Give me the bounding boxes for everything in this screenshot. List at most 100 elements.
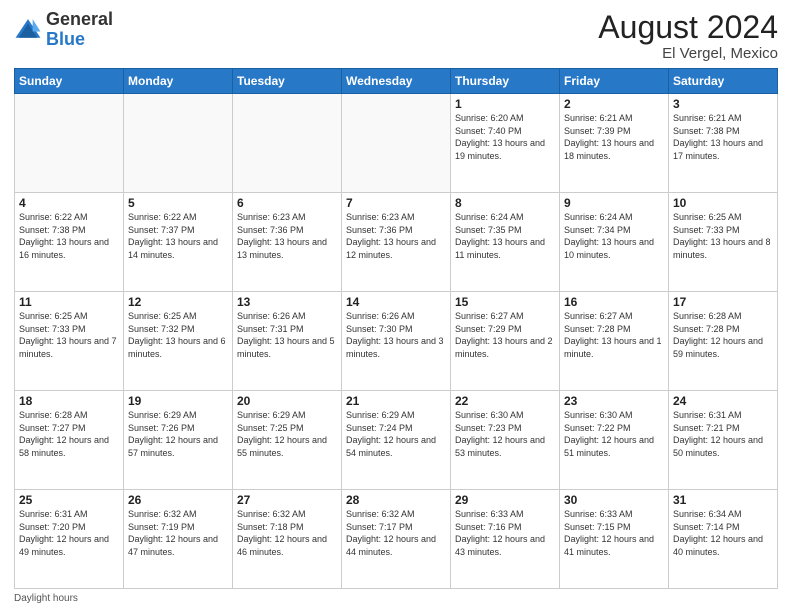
day-number: 8: [455, 196, 555, 210]
calendar-week-row: 4Sunrise: 6:22 AM Sunset: 7:38 PM Daylig…: [15, 193, 778, 292]
logo-text: General Blue: [46, 10, 113, 50]
day-number: 24: [673, 394, 773, 408]
day-number: 10: [673, 196, 773, 210]
day-info: Sunrise: 6:34 AM Sunset: 7:14 PM Dayligh…: [673, 508, 773, 558]
calendar-cell: 5Sunrise: 6:22 AM Sunset: 7:37 PM Daylig…: [124, 193, 233, 292]
day-number: 5: [128, 196, 228, 210]
day-info: Sunrise: 6:20 AM Sunset: 7:40 PM Dayligh…: [455, 112, 555, 162]
day-number: 29: [455, 493, 555, 507]
day-number: 15: [455, 295, 555, 309]
day-info: Sunrise: 6:32 AM Sunset: 7:18 PM Dayligh…: [237, 508, 337, 558]
calendar-cell: [233, 94, 342, 193]
day-of-week-header: Sunday: [15, 69, 124, 94]
day-number: 21: [346, 394, 446, 408]
calendar-cell: 31Sunrise: 6:34 AM Sunset: 7:14 PM Dayli…: [669, 490, 778, 589]
calendar-cell: 15Sunrise: 6:27 AM Sunset: 7:29 PM Dayli…: [451, 292, 560, 391]
day-number: 16: [564, 295, 664, 309]
logo-general: General: [46, 9, 113, 29]
day-number: 25: [19, 493, 119, 507]
calendar-cell: 21Sunrise: 6:29 AM Sunset: 7:24 PM Dayli…: [342, 391, 451, 490]
calendar-cell: 11Sunrise: 6:25 AM Sunset: 7:33 PM Dayli…: [15, 292, 124, 391]
day-info: Sunrise: 6:29 AM Sunset: 7:24 PM Dayligh…: [346, 409, 446, 459]
header: General Blue August 2024 El Vergel, Mexi…: [14, 10, 778, 62]
calendar-cell: 9Sunrise: 6:24 AM Sunset: 7:34 PM Daylig…: [560, 193, 669, 292]
calendar-cell: 13Sunrise: 6:26 AM Sunset: 7:31 PM Dayli…: [233, 292, 342, 391]
days-of-week-row: SundayMondayTuesdayWednesdayThursdayFrid…: [15, 69, 778, 94]
calendar-cell: 20Sunrise: 6:29 AM Sunset: 7:25 PM Dayli…: [233, 391, 342, 490]
day-number: 26: [128, 493, 228, 507]
day-number: 27: [237, 493, 337, 507]
calendar-cell: 26Sunrise: 6:32 AM Sunset: 7:19 PM Dayli…: [124, 490, 233, 589]
calendar-cell: 23Sunrise: 6:30 AM Sunset: 7:22 PM Dayli…: [560, 391, 669, 490]
day-number: 23: [564, 394, 664, 408]
calendar-cell: 29Sunrise: 6:33 AM Sunset: 7:16 PM Dayli…: [451, 490, 560, 589]
calendar-cell: 1Sunrise: 6:20 AM Sunset: 7:40 PM Daylig…: [451, 94, 560, 193]
day-info: Sunrise: 6:21 AM Sunset: 7:38 PM Dayligh…: [673, 112, 773, 162]
day-of-week-header: Tuesday: [233, 69, 342, 94]
day-info: Sunrise: 6:30 AM Sunset: 7:23 PM Dayligh…: [455, 409, 555, 459]
calendar-cell: 24Sunrise: 6:31 AM Sunset: 7:21 PM Dayli…: [669, 391, 778, 490]
day-number: 22: [455, 394, 555, 408]
logo-icon: [14, 16, 42, 44]
location: El Vergel, Mexico: [598, 45, 778, 62]
calendar-cell: 10Sunrise: 6:25 AM Sunset: 7:33 PM Dayli…: [669, 193, 778, 292]
day-number: 13: [237, 295, 337, 309]
day-info: Sunrise: 6:26 AM Sunset: 7:30 PM Dayligh…: [346, 310, 446, 360]
calendar-cell: 8Sunrise: 6:24 AM Sunset: 7:35 PM Daylig…: [451, 193, 560, 292]
day-info: Sunrise: 6:31 AM Sunset: 7:21 PM Dayligh…: [673, 409, 773, 459]
calendar-cell: 16Sunrise: 6:27 AM Sunset: 7:28 PM Dayli…: [560, 292, 669, 391]
calendar-cell: 6Sunrise: 6:23 AM Sunset: 7:36 PM Daylig…: [233, 193, 342, 292]
day-info: Sunrise: 6:27 AM Sunset: 7:28 PM Dayligh…: [564, 310, 664, 360]
calendar-body: 1Sunrise: 6:20 AM Sunset: 7:40 PM Daylig…: [15, 94, 778, 589]
day-info: Sunrise: 6:29 AM Sunset: 7:25 PM Dayligh…: [237, 409, 337, 459]
calendar-cell: [124, 94, 233, 193]
month-year: August 2024: [598, 10, 778, 45]
calendar-cell: [15, 94, 124, 193]
logo: General Blue: [14, 10, 113, 50]
day-number: 7: [346, 196, 446, 210]
day-number: 6: [237, 196, 337, 210]
calendar-cell: 28Sunrise: 6:32 AM Sunset: 7:17 PM Dayli…: [342, 490, 451, 589]
footer-note: Daylight hours: [14, 593, 778, 604]
day-info: Sunrise: 6:27 AM Sunset: 7:29 PM Dayligh…: [455, 310, 555, 360]
day-info: Sunrise: 6:23 AM Sunset: 7:36 PM Dayligh…: [346, 211, 446, 261]
day-number: 12: [128, 295, 228, 309]
day-of-week-header: Monday: [124, 69, 233, 94]
day-info: Sunrise: 6:33 AM Sunset: 7:15 PM Dayligh…: [564, 508, 664, 558]
calendar-cell: 18Sunrise: 6:28 AM Sunset: 7:27 PM Dayli…: [15, 391, 124, 490]
day-info: Sunrise: 6:25 AM Sunset: 7:33 PM Dayligh…: [19, 310, 119, 360]
day-number: 4: [19, 196, 119, 210]
day-info: Sunrise: 6:25 AM Sunset: 7:32 PM Dayligh…: [128, 310, 228, 360]
calendar-cell: 3Sunrise: 6:21 AM Sunset: 7:38 PM Daylig…: [669, 94, 778, 193]
calendar-cell: [342, 94, 451, 193]
day-number: 20: [237, 394, 337, 408]
day-info: Sunrise: 6:31 AM Sunset: 7:20 PM Dayligh…: [19, 508, 119, 558]
calendar-cell: 14Sunrise: 6:26 AM Sunset: 7:30 PM Dayli…: [342, 292, 451, 391]
day-info: Sunrise: 6:24 AM Sunset: 7:34 PM Dayligh…: [564, 211, 664, 261]
calendar-cell: 17Sunrise: 6:28 AM Sunset: 7:28 PM Dayli…: [669, 292, 778, 391]
day-info: Sunrise: 6:32 AM Sunset: 7:19 PM Dayligh…: [128, 508, 228, 558]
day-of-week-header: Friday: [560, 69, 669, 94]
day-number: 3: [673, 97, 773, 111]
calendar-week-row: 1Sunrise: 6:20 AM Sunset: 7:40 PM Daylig…: [15, 94, 778, 193]
day-number: 9: [564, 196, 664, 210]
calendar-cell: 25Sunrise: 6:31 AM Sunset: 7:20 PM Dayli…: [15, 490, 124, 589]
day-number: 31: [673, 493, 773, 507]
day-info: Sunrise: 6:29 AM Sunset: 7:26 PM Dayligh…: [128, 409, 228, 459]
day-number: 28: [346, 493, 446, 507]
day-info: Sunrise: 6:25 AM Sunset: 7:33 PM Dayligh…: [673, 211, 773, 261]
day-info: Sunrise: 6:28 AM Sunset: 7:28 PM Dayligh…: [673, 310, 773, 360]
day-number: 11: [19, 295, 119, 309]
day-info: Sunrise: 6:21 AM Sunset: 7:39 PM Dayligh…: [564, 112, 664, 162]
calendar-cell: 19Sunrise: 6:29 AM Sunset: 7:26 PM Dayli…: [124, 391, 233, 490]
calendar-week-row: 25Sunrise: 6:31 AM Sunset: 7:20 PM Dayli…: [15, 490, 778, 589]
logo-blue: Blue: [46, 29, 85, 49]
day-of-week-header: Wednesday: [342, 69, 451, 94]
day-number: 2: [564, 97, 664, 111]
day-info: Sunrise: 6:28 AM Sunset: 7:27 PM Dayligh…: [19, 409, 119, 459]
day-number: 17: [673, 295, 773, 309]
calendar-table: SundayMondayTuesdayWednesdayThursdayFrid…: [14, 68, 778, 589]
day-number: 19: [128, 394, 228, 408]
day-number: 18: [19, 394, 119, 408]
calendar-cell: 30Sunrise: 6:33 AM Sunset: 7:15 PM Dayli…: [560, 490, 669, 589]
